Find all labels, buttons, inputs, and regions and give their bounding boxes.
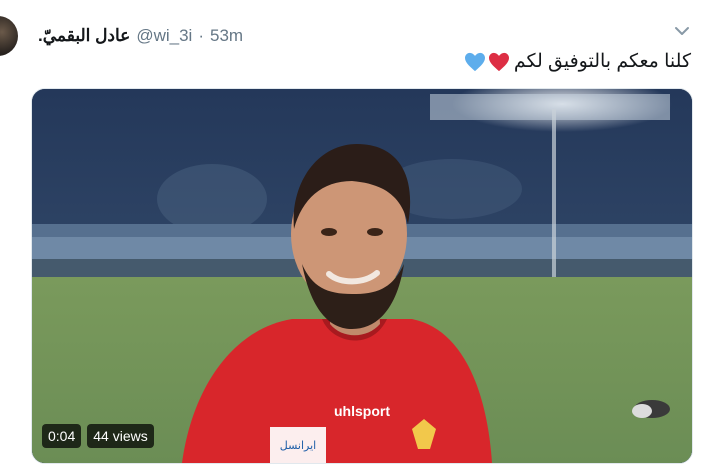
red-heart-icon [488,52,509,71]
tweet-text: كلنا معكم بالتوفيق لكم [464,50,691,73]
tweet-header: عادل البقميّ. @wi_3i · 53m [38,24,243,48]
video-badges: 0:04 44 views [42,424,154,448]
author-handle[interactable]: @wi_3i [136,26,192,46]
chevron-down-icon[interactable] [673,24,691,38]
separator-dot: · [198,26,204,45]
video-duration-badge: 0:04 [42,424,82,448]
shirt-brand-text: uhlsport [334,403,390,419]
tweet-body: كلنا معكم بالتوفيق لكم [513,51,691,72]
blue-heart-icon [464,52,485,71]
tweet-timestamp[interactable]: 53m [210,26,243,46]
author-name[interactable]: عادل البقميّ. [38,26,130,46]
video-views-badge: 44 views [87,424,154,448]
video-player[interactable]: uhlsport ایرانسل [31,88,693,464]
video-frame: uhlsport ایرانسل [32,89,692,463]
author-avatar[interactable] [0,16,18,56]
shirt-sponsor-text: ایرانسل [280,439,316,452]
